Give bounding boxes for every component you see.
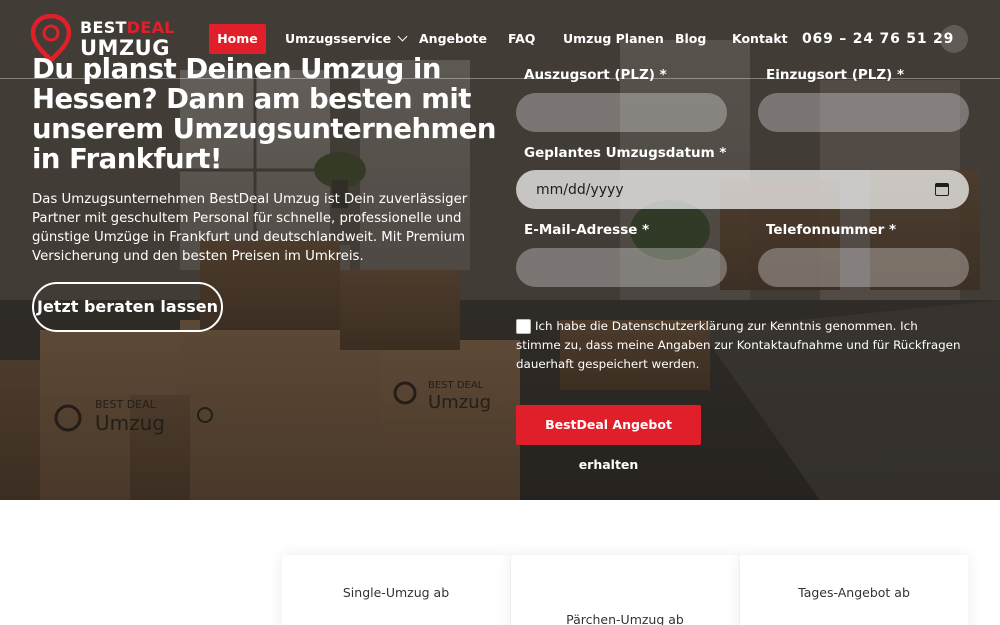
submit-quote-button[interactable]: BestDeal Angebot erhalten	[516, 405, 701, 472]
offer-card-single[interactable]: Single-Umzug ab	[282, 555, 510, 625]
email-input[interactable]	[516, 248, 727, 287]
nav-item-kontakt[interactable]: Kontakt	[732, 24, 788, 54]
email-label: E-Mail-Adresse *	[524, 222, 650, 238]
from-zip-label: Auszugsort (PLZ) *	[524, 67, 667, 83]
date-placeholder: mm/dd/yyyy	[536, 181, 624, 198]
from-zip-input[interactable]	[516, 93, 727, 132]
hero-description: Das Umzugsunternehmen BestDeal Umzug ist…	[32, 192, 468, 264]
chevron-down-icon	[397, 31, 408, 42]
consultation-button[interactable]: Jetzt beraten lassen	[32, 282, 223, 332]
offer-label: Tages-Angebot ab	[798, 585, 910, 600]
nav-item-umzug-planen[interactable]: Umzug Planen	[563, 24, 664, 54]
logo-text-best: BESTDEAL	[80, 18, 175, 37]
menu-toggle-button[interactable]	[940, 25, 968, 53]
consent-text: Ich habe die Datenschutzerklärung zur Ke…	[516, 319, 961, 371]
nav-item-faq[interactable]: FAQ	[508, 24, 535, 54]
phone-number-link[interactable]: 069 – 24 76 51 29	[802, 24, 954, 54]
to-zip-label: Einzugsort (PLZ) *	[766, 67, 905, 83]
hero-title: Du planst Deinen Umzug in Hessen? Dann a…	[32, 53, 496, 175]
phone-label: Telefonnummer *	[766, 222, 897, 238]
nav-item-umzugsservice[interactable]: Umzugsservice	[285, 24, 408, 54]
offer-label: Pärchen-Umzug ab	[566, 612, 684, 625]
offer-label: Single-Umzug ab	[342, 585, 450, 600]
phone-input[interactable]	[758, 248, 969, 287]
nav-item-umzugsservice-label: Umzugsservice	[285, 31, 392, 46]
offer-card-couple[interactable]: Pärchen-Umzug ab	[511, 555, 739, 625]
calendar-icon[interactable]	[935, 183, 949, 196]
nav-item-angebote[interactable]: Angebote	[419, 24, 487, 54]
nav-item-home[interactable]: Home	[209, 24, 266, 54]
nav-item-blog[interactable]: Blog	[675, 24, 706, 54]
move-date-label: Geplantes Umzugsdatum *	[524, 145, 727, 161]
move-date-input[interactable]: mm/dd/yyyy	[516, 170, 969, 209]
to-zip-input[interactable]	[758, 93, 969, 132]
offer-card-day[interactable]: Tages-Angebot ab	[740, 555, 968, 625]
